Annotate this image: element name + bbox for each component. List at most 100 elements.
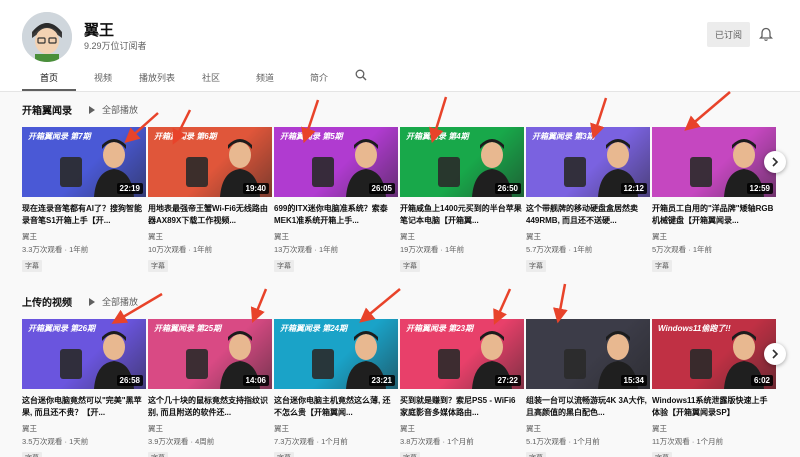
thumbnail-caption: 开箱翼闻录 第7期 <box>28 132 91 141</box>
video-author[interactable]: 翼王 <box>400 423 526 434</box>
shelf-next-button[interactable] <box>764 151 786 173</box>
video-card[interactable]: 开箱翼闻录 第25期 14:06 这个几十块的鼠标竟然支持指纹识别, 而且附送的软件… <box>148 319 274 457</box>
video-author[interactable]: 翼王 <box>274 423 400 434</box>
subtitles-badge: 字幕 <box>148 452 168 457</box>
video-author[interactable]: 翼王 <box>400 231 526 242</box>
video-thumbnail[interactable]: 开箱翼闻录 第25期 14:06 <box>148 319 272 389</box>
video-author[interactable]: 翼王 <box>22 231 148 242</box>
video-card[interactable]: 开箱翼闻录 第5期 26:05 699的ITX迷你电脑准系统？索泰MEK1准系统开箱… <box>274 127 400 273</box>
video-meta: 3.3万次观看 · 1年前 <box>22 245 89 254</box>
video-author[interactable]: 翼王 <box>526 423 652 434</box>
subtitles-badge: 字幕 <box>526 452 546 457</box>
video-thumbnail[interactable]: 开箱翼闻录 第4期 26:50 <box>400 127 524 197</box>
video-title[interactable]: 这个带舰牌的移动硬盘盒居然卖449RMB, 而且还不送硬... <box>526 203 648 227</box>
video-meta: 19万次观看 · 1年前 <box>400 245 465 254</box>
video-author[interactable]: 翼王 <box>274 231 400 242</box>
video-author[interactable]: 翼王 <box>148 423 274 434</box>
shelf-next-button[interactable] <box>764 343 786 365</box>
video-card[interactable]: 开箱翼闻录 第7期 22:19 现在连录音笔都有AI了？搜狗智能录音笔S1开箱上手【… <box>22 127 148 273</box>
video-thumbnail[interactable]: 开箱翼闻录 第5期 26:05 <box>274 127 398 197</box>
video-thumbnail[interactable]: 开箱翼闻录 第23期 27:22 <box>400 319 524 389</box>
video-title[interactable]: 开箱咸鱼上1400元买到的半台苹果笔记本电脑【开箱翼... <box>400 203 522 227</box>
bell-icon[interactable] <box>758 27 774 42</box>
video-meta: 13万次观看 · 1年前 <box>274 245 339 254</box>
video-card[interactable]: 开箱翼闻录 第4期 26:50 开箱咸鱼上1400元买到的半台苹果笔记本电脑【开箱翼… <box>400 127 526 273</box>
video-title[interactable]: 组装一台可以流畅游玩4K 3A大作, 且高颜值的黑白配色... <box>526 395 648 419</box>
video-title[interactable]: 这个几十块的鼠标竟然支持指纹识别, 而且附送的软件还... <box>148 395 270 419</box>
video-thumbnail[interactable]: 开箱翼闻录 第24期 23:21 <box>274 319 398 389</box>
video-thumbnail[interactable]: 开箱翼闻录 第6期 19:40 <box>148 127 272 197</box>
video-author[interactable]: 翼王 <box>148 231 274 242</box>
thumbnail-caption: Windows11偷跑了!! <box>658 324 731 333</box>
subscriber-count: 9.29万位订阅者 <box>84 41 147 51</box>
video-author[interactable]: 翼王 <box>652 231 778 242</box>
video-meta: 11万次观看 · 1个月前 <box>652 437 724 446</box>
video-card[interactable]: 开箱翼闻录 第24期 23:21 这台迷你电脑主机竟然这么薄, 还不怎么贵【开箱翼闻… <box>274 319 400 457</box>
play-all-label: 全部播放 <box>102 297 139 307</box>
video-card[interactable]: 开箱翼闻录 第26期 26:58 这台迷你电脑竟然可以"完美"黑苹果, 而且还不贵？… <box>22 319 148 457</box>
play-all-button[interactable]: 全部播放 <box>89 103 138 116</box>
section-title[interactable]: 上传的视频 <box>22 294 72 309</box>
video-duration: 23:21 <box>368 375 395 386</box>
tab-community[interactable]: 社区 <box>184 66 238 91</box>
chevron-right-icon <box>772 157 779 167</box>
video-title[interactable]: Windows11系统泄露版快速上手体验【开箱翼闻录SP】 <box>652 395 774 419</box>
video-card[interactable]: 开箱翼闻录 第23期 27:22 买到就是赚到？索尼PS5 - WiFi6家庭影音多… <box>400 319 526 457</box>
video-thumbnail[interactable]: 开箱翼闻录 第3期 12:12 <box>526 127 650 197</box>
video-title[interactable]: 699的ITX迷你电脑准系统？索泰MEK1准系统开箱上手... <box>274 203 396 227</box>
video-author[interactable]: 翼王 <box>526 231 652 242</box>
video-title[interactable]: 开箱员工自用的"洋品牌"矮轴RGB机械键盘【开箱翼闻录... <box>652 203 774 227</box>
subtitles-badge: 字幕 <box>400 452 420 457</box>
video-card[interactable]: 开箱翼闻录 第3期 12:12 这个带舰牌的移动硬盘盒居然卖449RMB, 而且还不… <box>526 127 652 273</box>
video-title[interactable]: 买到就是赚到？索尼PS5 - WiFi6家庭影音多媒体路由... <box>400 395 522 419</box>
tab-channels[interactable]: 频道 <box>238 66 292 91</box>
search-icon[interactable] <box>346 66 376 91</box>
video-card[interactable]: 开箱翼闻录 第6期 19:40 用地表最强帝王蟹Wi-Fi6无线路由器AX89X下载… <box>148 127 274 273</box>
tab-home[interactable]: 首页 <box>22 66 76 91</box>
header-divider <box>0 91 800 92</box>
channel-avatar[interactable] <box>22 12 72 62</box>
video-card[interactable]: 15:34 组装一台可以流畅游玩4K 3A大作, 且高颜值的黑白配色... 翼王 5.… <box>526 319 652 457</box>
subscribed-button[interactable]: 已订阅 <box>707 22 750 47</box>
thumbnail-caption: 开箱翼闻录 第4期 <box>406 132 469 141</box>
video-duration: 12:59 <box>746 183 773 194</box>
chevron-right-icon <box>772 349 779 359</box>
video-author[interactable]: 翼王 <box>22 423 148 434</box>
video-thumbnail[interactable]: 开箱翼闻录 第7期 22:19 <box>22 127 146 197</box>
video-title[interactable]: 这台迷你电脑主机竟然这么薄, 还不怎么贵【开箱翼闻... <box>274 395 396 419</box>
tab-playlists[interactable]: 播放列表 <box>130 66 184 91</box>
video-duration: 27:22 <box>494 375 521 386</box>
video-title[interactable]: 这台迷你电脑竟然可以"完美"黑苹果, 而且还不贵？【开... <box>22 395 144 419</box>
video-author[interactable]: 翼王 <box>652 423 778 434</box>
video-thumbnail[interactable]: 12:59 <box>652 127 776 197</box>
tab-videos[interactable]: 视频 <box>76 66 130 91</box>
channel-tabs: 首页 视频 播放列表 社区 频道 简介 <box>22 66 376 91</box>
play-all-label: 全部播放 <box>102 105 139 115</box>
video-card[interactable]: Windows11偷跑了!! 6:02 Windows11系统泄露版快速上手体验【开… <box>652 319 778 457</box>
video-title[interactable]: 现在连录音笔都有AI了？搜狗智能录音笔S1开箱上手【开... <box>22 203 144 227</box>
video-meta: 5万次观看 · 1年前 <box>652 245 713 254</box>
tab-about[interactable]: 简介 <box>292 66 346 91</box>
subtitles-badge: 字幕 <box>148 260 168 272</box>
video-thumbnail[interactable]: 开箱翼闻录 第26期 26:58 <box>22 319 146 389</box>
section-title[interactable]: 开箱翼闻录 <box>22 102 72 117</box>
video-card[interactable]: 12:59 开箱员工自用的"洋品牌"矮轴RGB机械键盘【开箱翼闻录... 翼王 5万次… <box>652 127 778 273</box>
video-shelf: 开箱翼闻录 第7期 22:19 现在连录音笔都有AI了？搜狗智能录音笔S1开箱上手【… <box>22 127 778 273</box>
play-all-button[interactable]: 全部播放 <box>89 295 138 308</box>
thumbnail-caption: 开箱翼闻录 第23期 <box>406 324 474 333</box>
thumbnail-caption: 开箱翼闻录 第26期 <box>28 324 96 333</box>
video-thumbnail[interactable]: 15:34 <box>526 319 650 389</box>
subtitles-badge: 字幕 <box>274 452 294 457</box>
video-title[interactable]: 用地表最强帝王蟹Wi-Fi6无线路由器AX89X下载工作视频... <box>148 203 270 227</box>
video-duration: 6:02 <box>750 375 773 386</box>
video-duration: 22:19 <box>116 183 143 194</box>
subtitles-badge: 字幕 <box>400 260 420 272</box>
video-duration: 14:06 <box>242 375 269 386</box>
video-meta: 10万次观看 · 1年前 <box>148 245 213 254</box>
video-thumbnail[interactable]: Windows11偷跑了!! 6:02 <box>652 319 776 389</box>
video-duration: 26:05 <box>368 183 395 194</box>
channel-header: 翼王 9.29万位订阅者 已订阅 首页 视频 播放列表 社区 频道 简介 <box>0 0 800 91</box>
video-duration: 15:34 <box>620 375 647 386</box>
channel-name: 翼王 <box>84 22 115 39</box>
subtitles-badge: 字幕 <box>652 452 672 457</box>
